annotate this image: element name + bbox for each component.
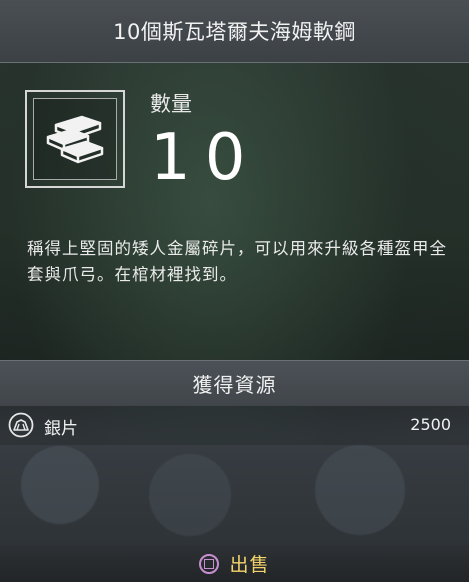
steel-ingots-icon (46, 115, 104, 164)
item-description: 稱得上堅固的矮人金屬碎片，可以用來升級各種盔甲全套與爪弓。在棺材裡找到。 (27, 239, 447, 284)
square-button-icon[interactable] (199, 553, 220, 574)
resource-name: 銀片 (44, 419, 78, 439)
sell-action-label[interactable]: 出售 (229, 550, 269, 577)
footer-bar: 出售 (0, 545, 469, 582)
item-icon-inner (33, 98, 117, 180)
item-icon-frame (25, 90, 125, 188)
quantity-label: 數量 (150, 92, 192, 116)
hacksilver-icon (8, 412, 34, 438)
resource-value: 2500 (410, 415, 451, 434)
title-bar: 10個斯瓦塔爾夫海姆軟鋼 (0, 0, 469, 63)
resource-row: 銀片 2500 (0, 405, 469, 445)
background-artwork (0, 445, 469, 545)
item-title: 10個斯瓦塔爾夫海姆軟鋼 (113, 20, 356, 44)
resources-header: 獲得資源 (0, 360, 469, 406)
quantity-value: 10 (150, 121, 260, 195)
resources-header-label: 獲得資源 (192, 372, 277, 397)
